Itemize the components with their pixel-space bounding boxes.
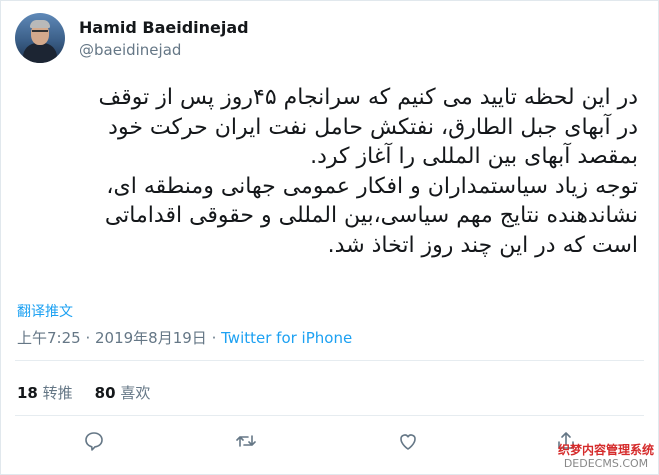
avatar-suit xyxy=(23,43,57,63)
user-handle[interactable]: @baeidinejad xyxy=(79,41,181,59)
tweet-source[interactable]: Twitter for iPhone xyxy=(221,329,352,347)
retweets-count: 18 xyxy=(17,384,38,402)
tweet-stats: 18 转推 80 喜欢 xyxy=(17,382,150,403)
divider-bottom xyxy=(15,415,644,416)
tweet-text: در این لحظه تایید می کنیم که سرانجام ۴۵ر… xyxy=(98,85,638,258)
meta-separator: · xyxy=(80,329,95,347)
avatar[interactable] xyxy=(15,13,65,63)
reply-icon[interactable] xyxy=(82,429,106,453)
avatar-hair xyxy=(30,20,50,28)
avatar-glasses xyxy=(32,30,48,36)
divider-top xyxy=(15,360,644,361)
tweet-time[interactable]: 上午7:25 xyxy=(17,329,81,347)
likes-label: 喜欢 xyxy=(120,384,151,402)
tweet-date[interactable]: 2019年8月19日 xyxy=(95,329,207,347)
user-name[interactable]: Hamid Baeidinejad xyxy=(79,18,249,37)
likes-count: 80 xyxy=(94,384,116,402)
like-stat[interactable]: 80 喜欢 xyxy=(95,384,151,402)
retweet-stat[interactable]: 18 转推 xyxy=(17,384,73,402)
watermark-line1: 织梦内容管理系统 xyxy=(557,443,654,457)
tweet-card: Hamid Baeidinejad @baeidinejad در این لح… xyxy=(0,0,659,475)
translate-tweet-link[interactable]: 翻译推文 xyxy=(17,301,73,321)
watermark: 织梦内容管理系统 DEDECMS.COM xyxy=(557,443,654,471)
retweets-label: 转推 xyxy=(42,384,73,402)
retweet-icon[interactable] xyxy=(234,429,258,453)
tweet-meta: 上午7:25 · 2019年8月19日 · Twitter for iPhone xyxy=(17,327,352,348)
meta-separator-2: · xyxy=(206,329,222,347)
like-icon[interactable] xyxy=(396,429,420,453)
watermark-line2: DEDECMS.COM xyxy=(563,457,649,470)
